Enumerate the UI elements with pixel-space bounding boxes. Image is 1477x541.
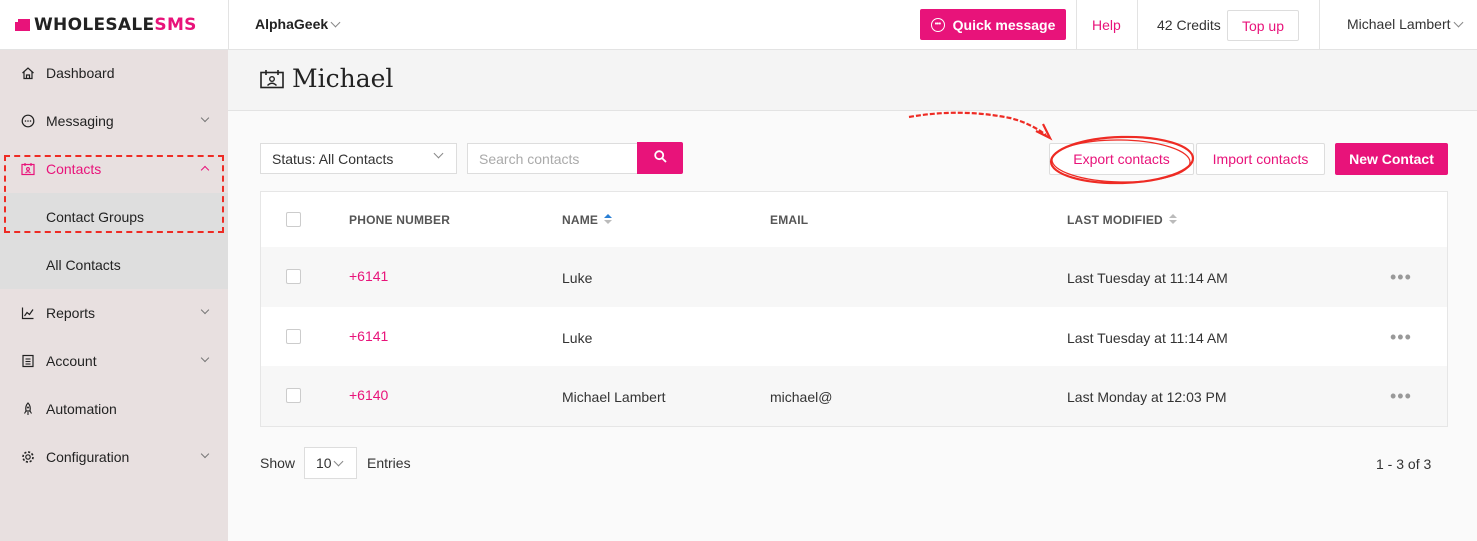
new-contact-button[interactable]: New Contact bbox=[1335, 143, 1448, 175]
status-filter-value: Status: All Contacts bbox=[272, 150, 394, 167]
chevron-down-icon bbox=[200, 449, 210, 459]
sidebar-item-automation[interactable]: Automation bbox=[0, 385, 228, 433]
entries-value: 10 bbox=[316, 455, 332, 471]
row-checkbox[interactable] bbox=[286, 269, 301, 284]
sidebar-subitem-label: Contact Groups bbox=[46, 209, 145, 225]
phone-link[interactable]: +6141 bbox=[349, 268, 388, 284]
logo[interactable]: WHOLESALESMS bbox=[15, 14, 218, 36]
chevron-down-icon bbox=[200, 113, 210, 123]
logo-mark-icon bbox=[15, 19, 30, 31]
entries-per-page-select[interactable]: 10 bbox=[304, 447, 357, 479]
last-modified: Last Tuesday at 11:14 AM bbox=[1067, 330, 1228, 346]
header-divider bbox=[1076, 0, 1077, 50]
home-icon bbox=[20, 65, 36, 81]
more-options-icon[interactable]: ••• bbox=[1390, 387, 1412, 405]
chevron-down-icon bbox=[333, 456, 344, 466]
quick-message-label: Quick message bbox=[952, 16, 1056, 33]
phone-link[interactable]: +6140 bbox=[349, 387, 388, 403]
sidebar-item-label: Dashboard bbox=[46, 65, 115, 81]
column-header-name[interactable]: NAME bbox=[562, 213, 613, 227]
sidebar-item-label: Account bbox=[46, 353, 97, 369]
chevron-up-icon bbox=[200, 165, 210, 175]
sidebar-item-contacts[interactable]: Contacts bbox=[0, 145, 228, 193]
header-divider bbox=[228, 0, 229, 50]
help-link[interactable]: Help bbox=[1092, 17, 1121, 33]
page-title: Michael bbox=[292, 64, 394, 93]
column-header-last-modified-label: LAST MODIFIED bbox=[1067, 213, 1163, 227]
chevron-down-icon bbox=[433, 148, 444, 159]
more-options-icon[interactable]: ••• bbox=[1390, 268, 1412, 286]
chevron-down-icon bbox=[200, 353, 210, 363]
page-header bbox=[228, 50, 1477, 111]
chevron-down-icon bbox=[1453, 17, 1463, 27]
sidebar-item-dashboard[interactable]: Dashboard bbox=[0, 49, 228, 97]
sort-icon bbox=[1168, 214, 1177, 225]
row-checkbox[interactable] bbox=[286, 329, 301, 344]
chat-icon bbox=[20, 113, 36, 129]
table-row[interactable]: +6140 Michael Lambert michael@ Last Mond… bbox=[261, 366, 1447, 426]
contact-card-icon bbox=[20, 161, 36, 177]
more-options-icon[interactable]: ••• bbox=[1390, 328, 1412, 346]
last-modified: Last Monday at 12:03 PM bbox=[1067, 389, 1227, 405]
contact-card-icon bbox=[260, 69, 284, 89]
sort-ascending-icon bbox=[604, 214, 613, 225]
contact-email: michael@ bbox=[770, 389, 833, 405]
logo-text-main: WHOLESALE bbox=[34, 15, 155, 35]
sidebar-item-messaging[interactable]: Messaging bbox=[0, 97, 228, 145]
sidebar-item-configuration[interactable]: Configuration bbox=[0, 433, 228, 481]
logo-text-accent: SMS bbox=[154, 15, 197, 35]
column-header-phone[interactable]: PHONE NUMBER bbox=[349, 213, 450, 227]
select-all-checkbox[interactable] bbox=[286, 212, 301, 227]
contact-name: Luke bbox=[562, 270, 593, 286]
org-name: AlphaGeek bbox=[255, 16, 329, 32]
sidebar-item-label: Contacts bbox=[46, 161, 102, 177]
search-input[interactable] bbox=[467, 143, 638, 174]
contact-name: Luke bbox=[562, 330, 593, 346]
contact-name: Michael Lambert bbox=[562, 389, 666, 405]
column-header-last-modified[interactable]: LAST MODIFIED bbox=[1067, 213, 1177, 227]
column-header-email[interactable]: EMAIL bbox=[770, 213, 808, 227]
user-menu[interactable]: Michael Lambert bbox=[1347, 16, 1463, 32]
sidebar-subitem-all-contacts[interactable]: All Contacts bbox=[0, 241, 228, 289]
rocket-icon bbox=[20, 401, 36, 417]
show-label: Show bbox=[260, 455, 296, 471]
entries-label: Entries bbox=[367, 455, 411, 471]
chat-bubble-icon: ••• bbox=[930, 17, 945, 32]
account-icon bbox=[20, 353, 36, 369]
table-row[interactable]: +6141 Luke Last Tuesday at 11:14 AM ••• bbox=[261, 247, 1447, 307]
table-row[interactable]: +6141 Luke Last Tuesday at 11:14 AM ••• bbox=[261, 307, 1447, 367]
user-name: Michael Lambert bbox=[1347, 16, 1451, 32]
status-filter-select[interactable]: Status: All Contacts bbox=[260, 143, 457, 174]
last-modified: Last Tuesday at 11:14 AM bbox=[1067, 270, 1228, 286]
header-divider bbox=[1137, 0, 1138, 50]
sidebar-item-label: Automation bbox=[46, 401, 117, 417]
sidebar-subitem-label: All Contacts bbox=[46, 257, 121, 273]
search-button[interactable] bbox=[637, 142, 683, 174]
header-divider bbox=[1319, 0, 1320, 50]
sidebar-item-label: Messaging bbox=[46, 113, 114, 129]
contacts-table: PHONE NUMBER NAME EMAIL LAST MODIFIED +6… bbox=[260, 191, 1448, 427]
credits-count: 42 Credits bbox=[1157, 17, 1221, 33]
gear-icon bbox=[20, 449, 36, 465]
quick-message-button[interactable]: ••• Quick message bbox=[920, 9, 1066, 40]
top-up-button[interactable]: Top up bbox=[1227, 10, 1299, 41]
chevron-down-icon bbox=[330, 17, 341, 27]
pagination-info: 1 - 3 of 3 bbox=[1376, 456, 1432, 472]
sidebar-item-label: Reports bbox=[46, 305, 96, 321]
export-contacts-button[interactable]: Export contacts bbox=[1049, 143, 1194, 175]
sidebar-subitem-contact-groups[interactable]: Contact Groups bbox=[0, 193, 228, 241]
chart-icon bbox=[20, 305, 36, 321]
row-checkbox[interactable] bbox=[286, 388, 301, 403]
phone-link[interactable]: +6141 bbox=[349, 328, 388, 344]
org-switcher[interactable]: AlphaGeek bbox=[255, 16, 341, 32]
top-bar: WHOLESALESMS AlphaGeek ••• Quick message… bbox=[0, 0, 1477, 50]
sidebar-item-reports[interactable]: Reports bbox=[0, 289, 228, 337]
import-contacts-button[interactable]: Import contacts bbox=[1196, 143, 1325, 175]
sidebar-item-account[interactable]: Account bbox=[0, 337, 228, 385]
sidebar-item-label: Configuration bbox=[46, 449, 130, 465]
chevron-down-icon bbox=[200, 305, 210, 315]
column-header-name-label: NAME bbox=[562, 213, 599, 227]
search-icon bbox=[653, 150, 667, 166]
